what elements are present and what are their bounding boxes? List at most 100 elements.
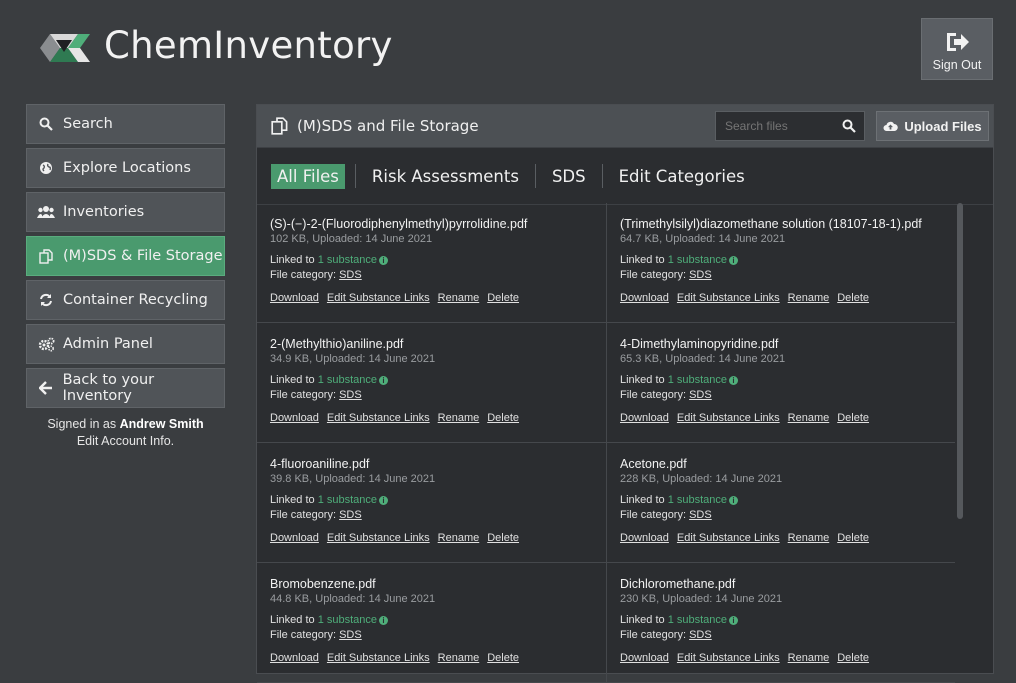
- edit-substance-links-link[interactable]: Edit Substance Links: [327, 532, 430, 544]
- file-meta: 228 KB, Uploaded: 14 June 2021: [620, 473, 783, 485]
- rename-link[interactable]: Rename: [438, 292, 480, 304]
- sidebar-item-msds-file-storage[interactable]: (M)SDS & File Storage: [26, 236, 225, 276]
- delete-link[interactable]: Delete: [837, 412, 869, 424]
- file-category: File category: SDS: [270, 629, 606, 641]
- sidebar-item-search[interactable]: Search: [26, 104, 225, 144]
- info-icon[interactable]: i: [379, 615, 389, 625]
- substance-link[interactable]: 1 substance: [318, 614, 377, 626]
- delete-link[interactable]: Delete: [837, 652, 869, 664]
- delete-link[interactable]: Delete: [487, 292, 519, 304]
- sidebar-item-explore-locations[interactable]: Explore Locations: [26, 148, 225, 188]
- rename-link[interactable]: Rename: [438, 412, 480, 424]
- app-title: ChemInventory: [104, 24, 393, 67]
- tab-all-files[interactable]: All Files: [271, 163, 345, 189]
- tab-risk-assessments[interactable]: Risk Assessments: [366, 164, 525, 189]
- file-category-link[interactable]: SDS: [339, 629, 362, 641]
- tab-edit-categories[interactable]: Edit Categories: [613, 164, 751, 189]
- file-actions: Download Edit Substance Links Rename Delete: [270, 652, 606, 664]
- category-tabs: All Files Risk Assessments SDS Edit Cate…: [257, 148, 993, 205]
- sidebar-item-inventories[interactable]: Inventories: [26, 192, 225, 232]
- file-category-link[interactable]: SDS: [689, 269, 712, 281]
- sidebar-item-label: Explore Locations: [63, 160, 191, 176]
- sign-out-icon: [947, 33, 969, 51]
- download-link[interactable]: Download: [270, 652, 319, 664]
- file-category-link[interactable]: SDS: [689, 509, 712, 521]
- file-category-link[interactable]: SDS: [339, 269, 362, 281]
- rename-link[interactable]: Rename: [788, 532, 830, 544]
- sidebar-item-admin-panel[interactable]: Admin Panel: [26, 324, 225, 364]
- rename-link[interactable]: Rename: [788, 652, 830, 664]
- file-meta: 44.8 KB, Uploaded: 14 June 2021: [270, 593, 436, 605]
- upload-files-button[interactable]: Upload Files: [876, 111, 989, 141]
- rename-link[interactable]: Rename: [788, 412, 830, 424]
- substance-link[interactable]: 1 substance: [668, 374, 727, 386]
- info-icon[interactable]: i: [729, 615, 739, 625]
- arrow-left-icon: [37, 380, 55, 396]
- delete-link[interactable]: Delete: [487, 412, 519, 424]
- edit-substance-links-link[interactable]: Edit Substance Links: [327, 652, 430, 664]
- globe-icon: [37, 160, 55, 176]
- download-link[interactable]: Download: [270, 532, 319, 544]
- file-category: File category: SDS: [270, 269, 606, 281]
- file-category-label: File category:: [270, 629, 337, 641]
- edit-substance-links-link[interactable]: Edit Substance Links: [677, 652, 780, 664]
- sidebar-item-container-recycling[interactable]: Container Recycling: [26, 280, 225, 320]
- download-link[interactable]: Download: [620, 292, 669, 304]
- download-link[interactable]: Download: [270, 412, 319, 424]
- cheminventory-logo-icon: [40, 34, 90, 62]
- substance-link[interactable]: 1 substance: [318, 374, 377, 386]
- sign-out-label: Sign Out: [932, 58, 982, 72]
- edit-account-link[interactable]: Edit Account Info.: [77, 434, 174, 448]
- edit-substance-links-link[interactable]: Edit Substance Links: [677, 292, 780, 304]
- delete-link[interactable]: Delete: [487, 532, 519, 544]
- info-icon[interactable]: i: [729, 255, 739, 265]
- file-category-link[interactable]: SDS: [689, 389, 712, 401]
- substance-link[interactable]: 1 substance: [318, 494, 377, 506]
- edit-substance-links-link[interactable]: Edit Substance Links: [677, 532, 780, 544]
- info-icon[interactable]: i: [379, 375, 389, 385]
- file-category-link[interactable]: SDS: [689, 629, 712, 641]
- file-list-scrollbar[interactable]: [957, 203, 963, 519]
- copy-files-icon: [271, 117, 288, 135]
- delete-link[interactable]: Delete: [487, 652, 519, 664]
- substance-link[interactable]: 1 substance: [668, 254, 727, 266]
- tab-divider: [534, 164, 536, 188]
- delete-link[interactable]: Delete: [837, 292, 869, 304]
- substance-link[interactable]: 1 substance: [668, 614, 727, 626]
- edit-substance-links-link[interactable]: Edit Substance Links: [677, 412, 780, 424]
- substance-link[interactable]: 1 substance: [668, 494, 727, 506]
- tab-divider: [354, 164, 356, 188]
- rename-link[interactable]: Rename: [788, 292, 830, 304]
- edit-substance-links-link[interactable]: Edit Substance Links: [327, 412, 430, 424]
- panel-title: (M)SDS and File Storage: [297, 117, 479, 135]
- file-name: 2-(Methylthio)aniline.pdf: [270, 337, 404, 351]
- delete-link[interactable]: Delete: [837, 532, 869, 544]
- download-link[interactable]: Download: [620, 412, 669, 424]
- rename-link[interactable]: Rename: [438, 532, 480, 544]
- info-icon[interactable]: i: [379, 255, 389, 265]
- search-icon[interactable]: [842, 119, 856, 133]
- download-link[interactable]: Download: [620, 532, 669, 544]
- file-card: Bromobenzene.pdf 44.8 KB, Uploaded: 14 Ju…: [257, 563, 606, 683]
- sidebar-item-label: Back to your Inventory: [62, 372, 155, 404]
- sign-out-button[interactable]: Sign Out: [921, 18, 993, 80]
- info-icon[interactable]: i: [379, 495, 389, 505]
- download-link[interactable]: Download: [270, 292, 319, 304]
- substance-link[interactable]: 1 substance: [318, 254, 377, 266]
- file-category-link[interactable]: SDS: [339, 509, 362, 521]
- rename-link[interactable]: Rename: [438, 652, 480, 664]
- linked-to-label: Linked to: [270, 374, 315, 386]
- linked-substances: Linked to 1 substance i: [620, 254, 955, 266]
- info-icon[interactable]: i: [729, 375, 739, 385]
- download-link[interactable]: Download: [620, 652, 669, 664]
- edit-substance-links-link[interactable]: Edit Substance Links: [327, 292, 430, 304]
- file-category-link[interactable]: SDS: [339, 389, 362, 401]
- file-meta: 64.7 KB, Uploaded: 14 June 2021: [620, 233, 786, 245]
- search-files-input[interactable]: [716, 112, 844, 140]
- tab-sds[interactable]: SDS: [546, 164, 592, 189]
- sidebar-item-back-to-inventory[interactable]: Back to your Inventory: [26, 368, 225, 408]
- file-meta: 65.3 KB, Uploaded: 14 June 2021: [620, 353, 786, 365]
- linked-to-label: Linked to: [270, 254, 315, 266]
- search-files-box: [715, 111, 865, 141]
- info-icon[interactable]: i: [729, 495, 739, 505]
